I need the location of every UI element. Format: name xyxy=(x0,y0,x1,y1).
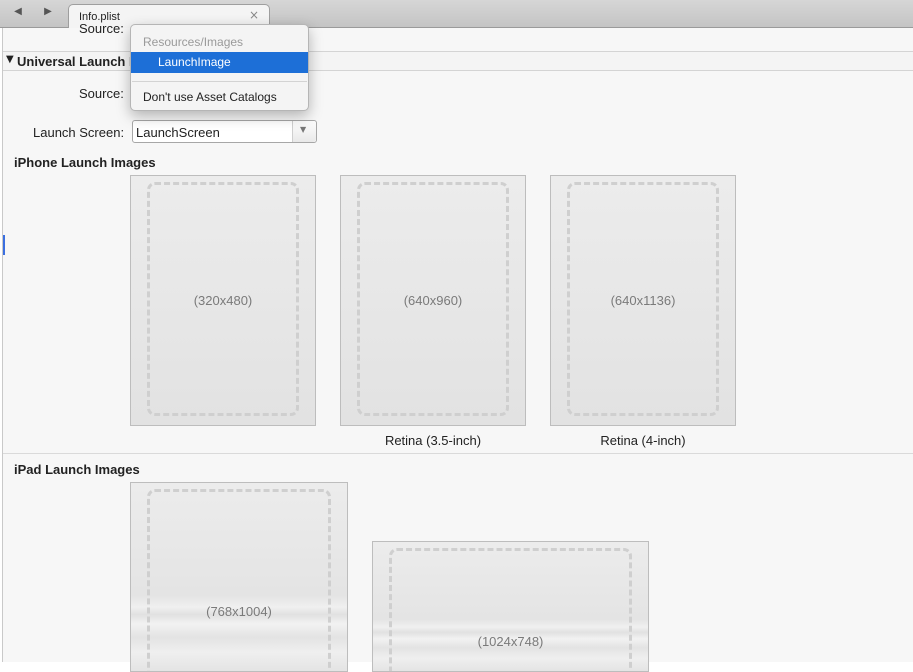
menu-item-dont-use-asset-catalogs[interactable]: Don't use Asset Catalogs xyxy=(143,90,277,104)
launch-screen-select[interactable]: LaunchScreen ▼ xyxy=(132,120,317,143)
close-icon[interactable]: × xyxy=(249,8,259,22)
chevron-left-icon[interactable]: ◀ xyxy=(8,3,28,21)
chevron-right-icon[interactable]: ▶ xyxy=(38,3,58,21)
menu-item-label: LaunchImage xyxy=(158,55,231,69)
menu-separator xyxy=(132,81,307,82)
launch-image-slot-640x1136[interactable]: (640x1136) xyxy=(550,175,736,426)
section-title: Universal Launch I xyxy=(17,54,133,69)
disclosure-triangle-icon[interactable]: ▼ xyxy=(6,54,14,65)
launch-image-slot-320x480[interactable]: (320x480) xyxy=(130,175,316,426)
source-label: Source: xyxy=(79,86,124,101)
launch-image-slot-640x960[interactable]: (640x960) xyxy=(340,175,526,426)
dropdown-button[interactable]: ▼ xyxy=(292,121,316,142)
menu-item-launchimage[interactable]: LaunchImage xyxy=(131,52,308,73)
dropdown-arrow-icon: ▼ xyxy=(300,125,307,134)
drop-target-outline xyxy=(389,548,632,671)
slot-size-label: (1024x748) xyxy=(477,634,544,649)
menu-header-resources-images: Resources/Images xyxy=(143,35,244,49)
slot-size-label: (640x960) xyxy=(403,293,463,308)
source-popup-menu: Resources/Images LaunchImage Don't use A… xyxy=(130,24,309,111)
slot-size-label: (640x1136) xyxy=(610,293,676,308)
iphone-launch-images-heading: iPhone Launch Images xyxy=(14,155,156,170)
launch-screen-value: LaunchScreen xyxy=(136,125,220,140)
section-divider xyxy=(3,453,913,454)
selection-marker xyxy=(3,235,5,255)
launch-image-slot-1024x748[interactable]: (1024x748) xyxy=(372,541,649,672)
launch-image-slot-768x1004[interactable]: (768x1004) xyxy=(130,482,348,672)
slot-caption-retina-4: Retina (4-inch) xyxy=(600,433,686,448)
slot-size-label: (768x1004) xyxy=(206,604,272,619)
launch-screen-label: Launch Screen: xyxy=(33,125,125,140)
truncated-source-label: Source: xyxy=(79,21,124,36)
slot-size-label: (320x480) xyxy=(193,293,253,308)
slot-caption-retina-3-5: Retina (3.5-inch) xyxy=(384,433,482,448)
drop-target-outline xyxy=(147,489,331,671)
ipad-launch-images-heading: iPad Launch Images xyxy=(14,462,140,477)
